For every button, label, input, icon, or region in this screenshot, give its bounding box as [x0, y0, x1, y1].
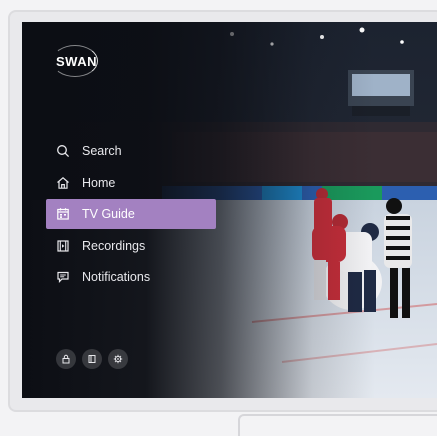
home-icon — [56, 176, 70, 190]
tv-screen: SWAN Search Home TV Guide Recordings Not… — [22, 22, 437, 398]
menu-item-tv-guide[interactable]: TV Guide — [46, 199, 216, 229]
main-menu: Search Home TV Guide Recordings Notifica… — [46, 136, 216, 294]
settings-button[interactable] — [108, 349, 128, 369]
menu-item-label: Search — [82, 144, 122, 158]
menu-item-label: Home — [82, 175, 116, 190]
calendar-icon — [56, 207, 70, 221]
tv-stand — [238, 414, 437, 436]
menu-item-search[interactable]: Search — [46, 136, 216, 166]
lock-icon — [62, 354, 70, 364]
menu-item-label: TV Guide — [82, 207, 135, 221]
brand-logo: SWAN — [52, 45, 98, 77]
book-icon — [88, 355, 96, 363]
parental-lock-button[interactable] — [56, 349, 76, 369]
footer-icon-row — [56, 349, 128, 369]
menu-item-label: Notifications — [82, 270, 151, 284]
library-button[interactable] — [82, 349, 102, 369]
brand-name: SWAN — [56, 53, 97, 69]
message-icon — [56, 270, 70, 284]
menu-item-recordings[interactable]: Recordings — [46, 231, 216, 261]
gear-icon — [113, 354, 123, 364]
film-icon — [56, 239, 70, 253]
menu-item-notifications[interactable]: Notifications — [46, 262, 216, 292]
menu-item-home[interactable]: Home — [46, 168, 216, 198]
menu-item-label: Recordings — [82, 238, 146, 253]
search-icon — [56, 144, 70, 158]
